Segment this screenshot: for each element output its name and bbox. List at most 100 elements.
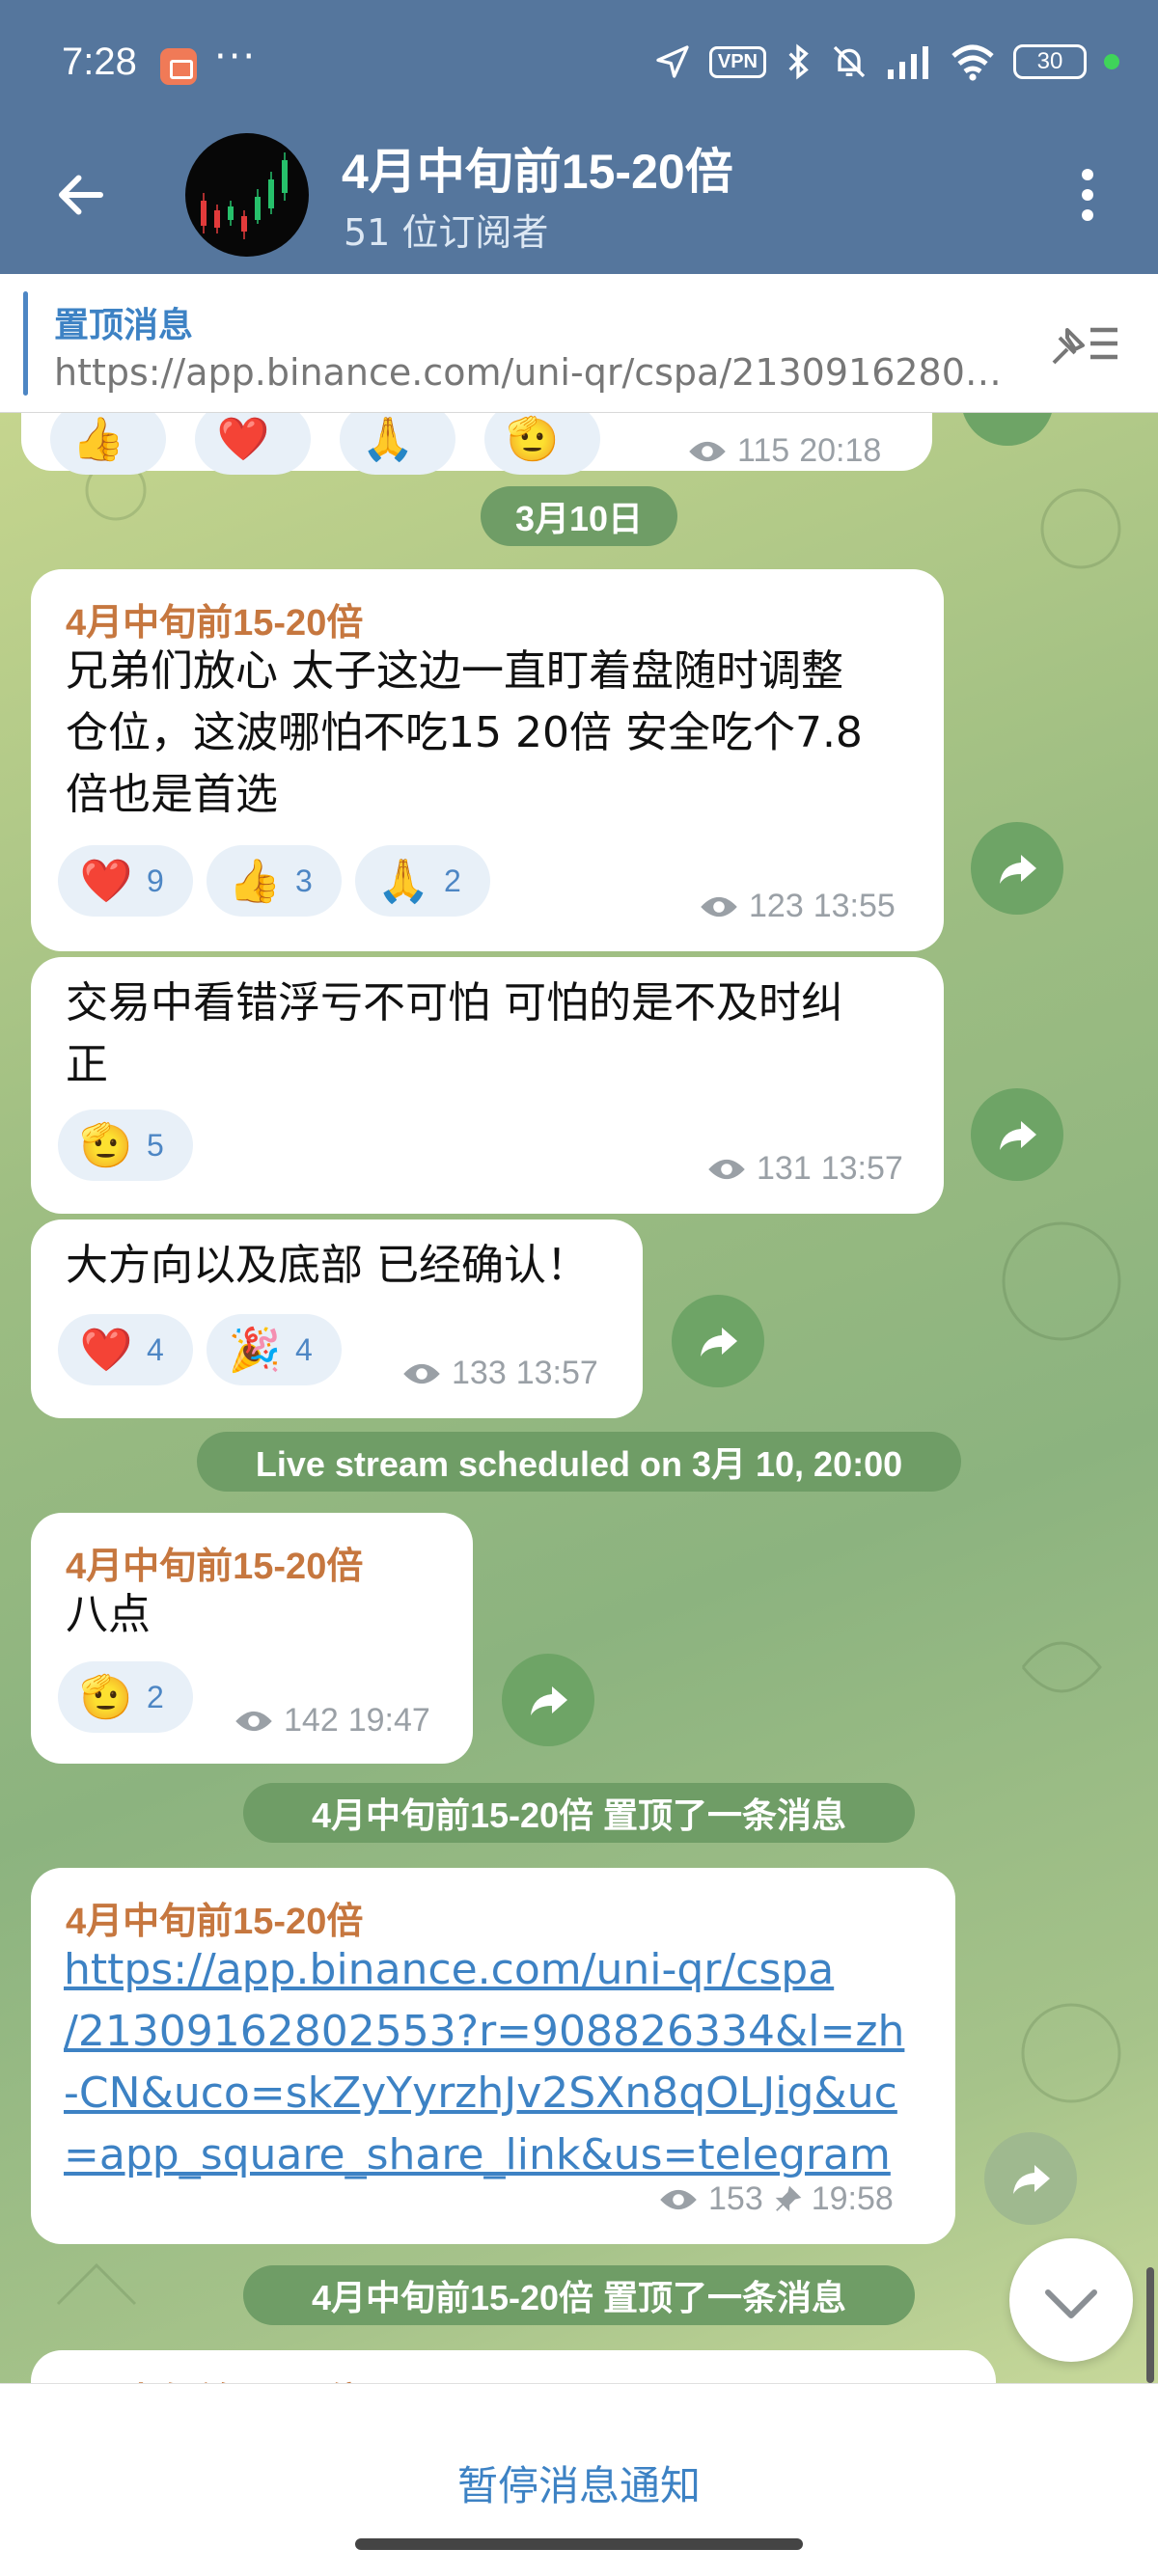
reaction-chip-thumbs-up[interactable]: 👍 3	[207, 845, 342, 917]
share-arrow-icon	[1000, 855, 1036, 884]
message-sender[interactable]: 4月中旬前15-20倍	[66, 2371, 363, 2383]
share-arrow-icon	[1000, 1121, 1036, 1150]
mute-notifications-button[interactable]: 暂停消息通知	[0, 2453, 1158, 2512]
back-arrow-icon[interactable]	[52, 166, 110, 224]
message-time: 19:47	[347, 1702, 430, 1739]
pinned-service-notice: 4月中旬前15-20倍 置顶了一条消息	[243, 2265, 915, 2325]
message-time: 13:55	[813, 888, 896, 924]
bluetooth-icon	[788, 43, 809, 80]
reaction-chip[interactable]: 🙏	[340, 413, 455, 475]
message-link[interactable]: https://app.binance.com/uni-qr/cspa /213…	[64, 1939, 942, 2186]
link-line[interactable]: /2130916280255​3?r=908826334&l=zh	[64, 2001, 942, 2063]
reaction-chip[interactable]: 👍	[50, 413, 166, 475]
pinned-message-bar[interactable]: 置顶消息 https://app.binance.com/uni-qr/cspa…	[0, 274, 1158, 413]
thumbs-up-emoji-icon: 👍	[228, 857, 282, 906]
view-count: 133	[452, 1355, 507, 1391]
message-meta: 153 19:58	[658, 2180, 894, 2218]
wifi-icon	[951, 44, 994, 81]
pinned-url: https://app.binance.com/uni-qr/cspa/2130…	[54, 351, 1002, 394]
message-time: 13:57	[820, 1150, 903, 1187]
reaction-count: 2	[444, 863, 461, 898]
reaction-chip-pray[interactable]: 🙏 2	[355, 845, 490, 917]
location-icon	[656, 45, 689, 78]
scroll-to-bottom-button[interactable]	[1009, 2238, 1133, 2362]
message-meta: 133 13:57	[401, 1355, 598, 1392]
channel-avatar[interactable]	[185, 133, 309, 257]
views-eye-icon	[660, 2189, 697, 2209]
partial-message-bubble[interactable]: 👍 ❤️ 🙏 🫡 115 20:18	[21, 413, 932, 475]
message-meta: 123 13:55	[699, 888, 896, 925]
status-time: 7:28	[62, 41, 137, 83]
message-bubble[interactable]: 4月中旬前15-20倍 兄弟们放心 太子这边一直盯着盘随时调整 仓位，这波哪怕不…	[31, 569, 944, 951]
text-line: 正	[66, 1040, 108, 1089]
views-eye-icon	[403, 1363, 440, 1384]
message-sender[interactable]: 4月中旬前15-20倍	[66, 1536, 363, 1589]
message-bubble[interactable]: 4月中旬前15-20倍 八点 🫡 2 142 19:47	[31, 1513, 473, 1764]
view-count: 142	[284, 1702, 339, 1739]
pinned-list-icon[interactable]	[1048, 318, 1121, 369]
link-line[interactable]: =app_square_share_link&us=telegram	[64, 2124, 942, 2186]
message-meta: 115 20:18	[687, 432, 881, 470]
reaction-chip-salute[interactable]: 🫡 2	[58, 1661, 193, 1733]
share-arrow-icon	[1013, 2165, 1050, 2194]
app-bar: 7:28 ··· VPN 30 4月中旬前15-20倍 51 位订阅者	[0, 0, 1158, 274]
message-bubble[interactable]: 4月中旬前15-20倍 https://app.binance.com/uni-…	[31, 1868, 955, 2244]
more-options-icon[interactable]	[1073, 166, 1102, 224]
heart-emoji-icon: ❤️	[79, 1326, 133, 1375]
message-time: 20:18	[799, 432, 882, 469]
forward-button[interactable]	[984, 2132, 1077, 2225]
live-stream-scheduled-notice: Live stream scheduled on 3月 10, 20:00	[197, 1432, 961, 1492]
vpn-badge: VPN	[708, 45, 766, 78]
pray-emoji-icon: 🙏	[376, 857, 430, 906]
partial-message-bubble[interactable]: 4月中旬前15-20倍	[31, 2350, 996, 2383]
views-eye-icon	[708, 1159, 745, 1179]
share-arrow-icon	[531, 1686, 567, 1715]
message-text: 八点	[66, 1584, 452, 1646]
link-line[interactable]: -CN&uco=skZyYyrzhJv2SXn8qOLJig&uc	[64, 2063, 942, 2124]
message-bubble[interactable]: 交易中看错浮亏不可怕 可怕的是不及时纠 正 🫡 5 131 13:57	[31, 957, 944, 1214]
forward-button[interactable]	[502, 1654, 594, 1746]
share-arrow-icon	[701, 1328, 737, 1357]
status-overflow: ···	[214, 35, 258, 79]
scrollbar[interactable]	[1146, 2267, 1154, 2383]
link-line[interactable]: https://app.binance.com/uni-qr/cspa	[64, 1939, 942, 2001]
message-text: 兄弟们放心 太子这边一直盯着盘随时调整 仓位，这波哪怕不吃15 20倍 安全吃个…	[66, 641, 924, 826]
channel-title[interactable]: 4月中旬前15-20倍	[342, 133, 733, 203]
forward-button[interactable]	[971, 1088, 1063, 1181]
battery-indicator: 30	[1013, 44, 1087, 79]
bottom-bar: 暂停消息通知	[0, 2383, 1158, 2576]
status-icons: VPN 30	[653, 42, 1119, 81]
message-text: 交易中看错浮亏不可怕 可怕的是不及时纠 正	[66, 973, 924, 1096]
reaction-chip[interactable]: 🫡	[484, 413, 600, 475]
message-meta: 142 19:47	[234, 1702, 430, 1740]
message-sender[interactable]: 4月中旬前15-20倍	[66, 1891, 363, 1944]
view-count: 115	[737, 432, 790, 469]
view-count: 123	[749, 888, 804, 924]
chat-area[interactable]: 👍 ❤️ 🙏 🫡 115 20:18 3月10日 4月中旬前15-20倍 兄弟们…	[0, 413, 1158, 2383]
reaction-chip[interactable]: ❤️	[195, 413, 311, 475]
forward-button[interactable]	[672, 1295, 764, 1387]
text-line: 兄弟们放心 太子这边一直盯着盘随时调整	[66, 646, 843, 696]
status-bar: 7:28 ··· VPN 30	[0, 0, 1158, 125]
views-eye-icon	[235, 1711, 272, 1731]
reaction-chip-heart[interactable]: ❤️ 9	[58, 845, 193, 917]
forward-button[interactable]	[971, 822, 1063, 915]
text-line: 仓位，这波哪怕不吃15 20倍 安全吃个7.8	[66, 708, 863, 757]
home-indicator[interactable]	[355, 2538, 803, 2550]
message-sender[interactable]: 4月中旬前15-20倍	[66, 592, 363, 645]
reaction-chip-party[interactable]: 🎉 4	[207, 1314, 342, 1385]
reaction-chip-salute[interactable]: 🫡 5	[58, 1110, 193, 1181]
message-meta: 131 13:57	[706, 1150, 903, 1188]
reaction-count: 2	[147, 1679, 164, 1714]
reaction-count: 9	[147, 863, 164, 898]
pinned-service-notice: 4月中旬前15-20倍 置顶了一条消息	[243, 1783, 915, 1843]
chevron-down-icon	[1045, 2289, 1097, 2318]
bell-muted-icon	[833, 45, 866, 78]
candlestick-chart-icon	[201, 152, 288, 239]
heart-emoji-icon: ❤️	[79, 857, 133, 906]
signal-icon	[888, 46, 928, 79]
reaction-chip-heart[interactable]: ❤️ 4	[58, 1314, 193, 1385]
pin-icon	[775, 2185, 802, 2211]
message-bubble[interactable]: 大方向以及底部 已经确认！ ❤️ 4 🎉 4 133 13:57	[31, 1219, 643, 1418]
text-line: 交易中看错浮亏不可怕 可怕的是不及时纠	[66, 978, 843, 1028]
